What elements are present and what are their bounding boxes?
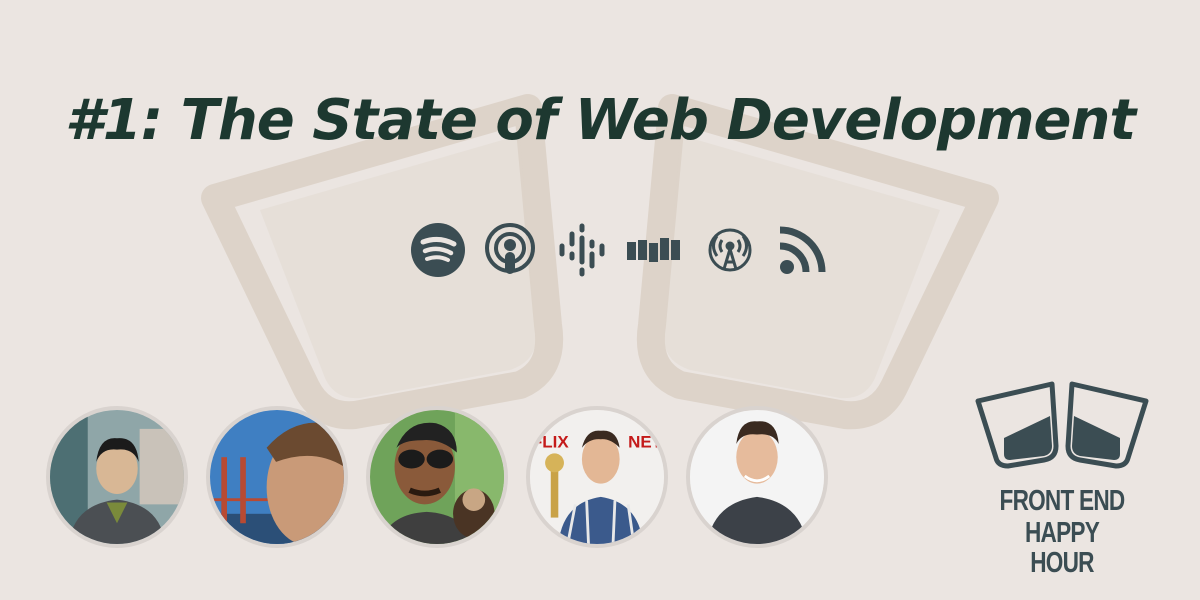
- host-avatar-3: [366, 406, 508, 548]
- spotify-icon: [411, 223, 465, 277]
- stitcher-icon: [627, 238, 680, 262]
- google-podcasts-icon: [559, 223, 605, 277]
- overcast-link[interactable]: [700, 222, 760, 278]
- host-avatar-5: [686, 406, 828, 548]
- overcast-icon: [708, 228, 752, 272]
- host-avatar-2: [206, 406, 348, 548]
- apple-podcasts-link[interactable]: [480, 222, 540, 278]
- google-podcasts-link[interactable]: [552, 222, 612, 278]
- apple-podcasts-icon: [485, 223, 535, 274]
- rss-link[interactable]: [774, 222, 834, 278]
- host-avatar-4: FLIX NETF: [526, 406, 668, 548]
- spotify-link[interactable]: [408, 222, 468, 278]
- logo-text-line1: FRONT END: [999, 485, 1126, 517]
- stitcher-link[interactable]: [624, 222, 684, 278]
- rss-icon: [779, 226, 826, 274]
- platform-links: [400, 222, 840, 278]
- logo-text-line2: HAPPY HOUR: [1024, 517, 1100, 579]
- front-end-happy-hour-logo: FRONT END HAPPY HOUR: [972, 376, 1152, 578]
- episode-title: #1: The State of Web Development: [64, 88, 1136, 153]
- glasses-logo-icon: [975, 381, 1149, 469]
- host-avatar-1: [46, 406, 188, 548]
